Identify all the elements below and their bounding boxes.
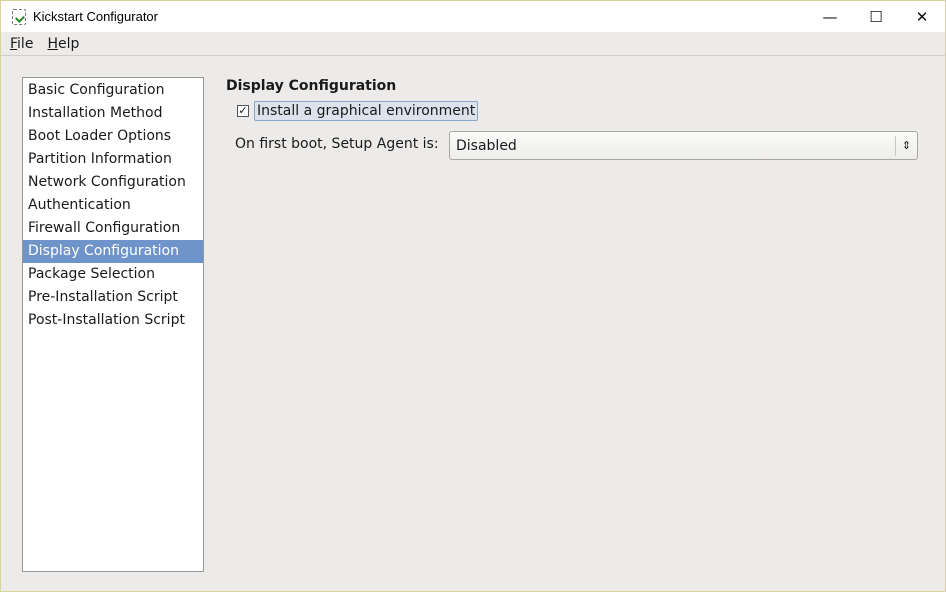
sidebar-item[interactable]: Pre-Installation Script [23,286,203,309]
sidebar-item[interactable]: Boot Loader Options [23,125,203,148]
graphical-environment-label[interactable]: Install a graphical environment [254,101,479,121]
sidebar-item[interactable]: Display Configuration [23,240,203,263]
menu-file-mnemonic: F [10,35,18,52]
graphical-environment-checkbox[interactable]: ✓ [237,105,249,117]
menu-help-label: elp [57,35,80,52]
menu-file-label: ile [17,35,34,52]
menu-help-mnemonic: H [47,35,58,52]
maximize-button[interactable]: ☐ [853,1,899,32]
sidebar-item[interactable]: Partition Information [23,148,203,171]
section-list: Basic Configuration Installation Method Bo… [22,77,204,572]
sidebar-item[interactable]: Package Selection [23,263,203,286]
setup-agent-select[interactable]: Disabled ⇕ [449,131,918,160]
minimize-button[interactable]: — [807,1,853,32]
setup-agent-label: On first boot, Setup Agent is: [235,136,439,152]
menu-help[interactable]: Help [47,36,79,52]
graphical-environment-option[interactable]: ✓ Install a graphical environment [237,101,479,121]
title-bar: Kickstart Configurator — ☐ ✕ [1,1,945,32]
sidebar-item[interactable]: Firewall Configuration [23,217,203,240]
sidebar-item[interactable]: Authentication [23,194,203,217]
app-icon [12,8,26,25]
close-button[interactable]: ✕ [899,1,945,32]
sidebar-item[interactable]: Network Configuration [23,171,203,194]
window-title: Kickstart Configurator [33,9,158,24]
updown-chevron-icon: ⇕ [895,136,917,156]
sidebar-item[interactable]: Post-Installation Script [23,309,203,332]
menu-bar: File Help [1,32,945,56]
menu-file[interactable]: File [10,36,33,52]
sidebar-item[interactable]: Basic Configuration [23,79,203,102]
setup-agent-value: Disabled [456,137,517,154]
section-title: Display Configuration [226,78,397,94]
sidebar-item[interactable]: Installation Method [23,102,203,125]
